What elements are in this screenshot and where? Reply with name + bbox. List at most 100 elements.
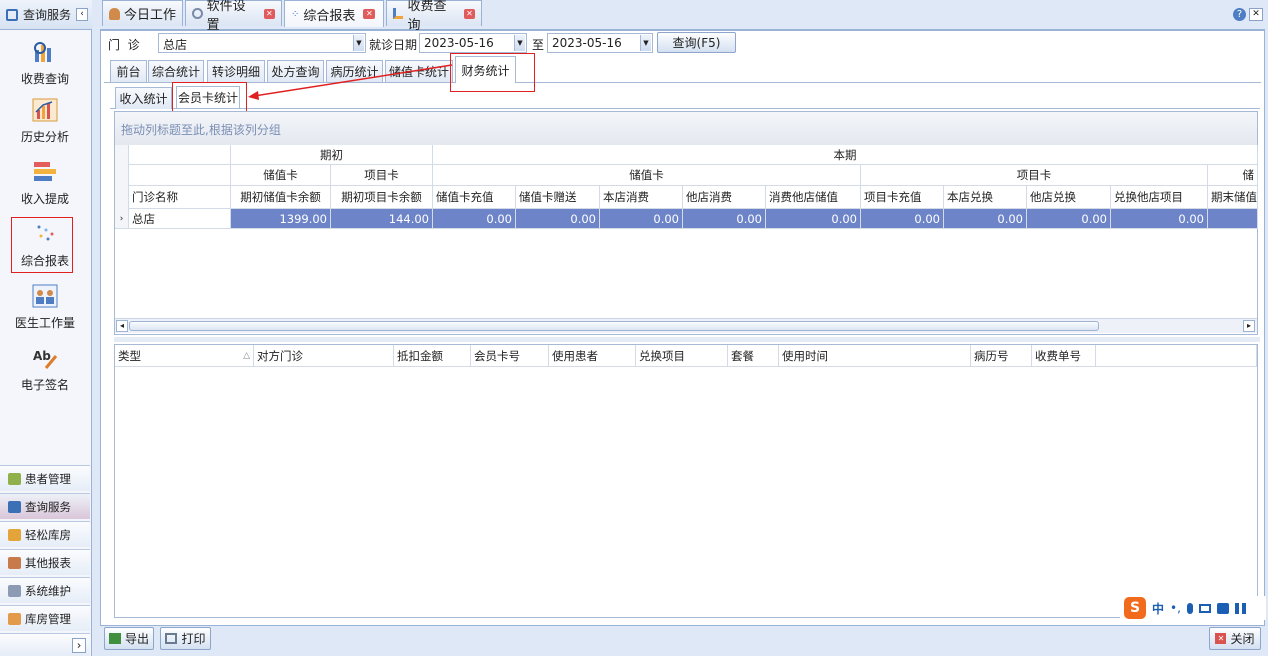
column-header-deduction-amount[interactable]: 抵扣金额 [394, 345, 471, 367]
column-header-exchange-item[interactable]: 兑换项目 [636, 345, 728, 367]
tab-fee-query[interactable]: 收费查询 ✕ [386, 0, 482, 33]
annotation-highlight-box [172, 82, 247, 114]
column-header-exchange-other-project[interactable]: 兑换他店项目 [1111, 186, 1208, 209]
table-cell[interactable]: 144.00 [331, 209, 433, 229]
row-selector-arrow-icon[interactable]: › [115, 209, 129, 229]
band-current-period: 本期 [433, 145, 1258, 165]
print-button[interactable]: 打印 [160, 627, 211, 650]
panel-splitter[interactable] [114, 337, 1260, 342]
nav-item-label: 收入提成 [20, 192, 69, 206]
table-cell[interactable]: 0.00 [944, 209, 1027, 229]
subsubtab-baseline [110, 108, 1260, 109]
table-cell[interactable]: 0.00 [600, 209, 683, 229]
date-from-picker[interactable]: 2023-05-16 ▼ [419, 33, 527, 53]
query-button[interactable]: 查询(F5) [657, 32, 736, 53]
table-cell[interactable]: 0.00 [433, 209, 516, 229]
help-icon[interactable]: ? [1233, 8, 1246, 21]
bottom-nav-patient-management[interactable]: 患者管理 [0, 465, 90, 491]
column-header-counterpart-clinic[interactable]: 对方门诊 [254, 345, 394, 367]
column-header-other-store-exchange[interactable]: 他店兑换 [1027, 186, 1111, 209]
table-cell[interactable]: 0.00 [1111, 209, 1208, 229]
table-cell[interactable]: 0.00 [516, 209, 600, 229]
subtab-comprehensive-stats[interactable]: 综合统计 [148, 60, 204, 82]
nav-item-e-signature[interactable]: Ab 电子签名 [0, 346, 90, 393]
clinic-select[interactable]: 总店 ▼ [158, 33, 366, 53]
nav-item-history-analysis[interactable]: 历史分析 [0, 98, 90, 145]
close-button[interactable]: ✕ 关闭 [1209, 627, 1261, 650]
grid-menu-icon[interactable] [1234, 602, 1246, 614]
table-cell[interactable]: 1399.00 [231, 209, 331, 229]
microphone-icon[interactable] [1186, 602, 1193, 614]
bottom-nav-store-management[interactable]: 库房管理 [0, 605, 90, 631]
annotation-highlight-box [11, 217, 73, 273]
chart-search-icon [32, 40, 58, 64]
nav-item-label: 历史分析 [20, 130, 69, 144]
bottom-nav-other-reports[interactable]: 其他报表 [0, 549, 90, 575]
tab-comprehensive-report[interactable]: ⁘ 综合报表 ✕ [284, 0, 384, 27]
tab-today-work[interactable]: 今日工作 [102, 0, 183, 26]
band-blank [115, 165, 231, 186]
column-header-local-exchange[interactable]: 本店兑换 [944, 186, 1027, 209]
table-cell[interactable] [1208, 209, 1258, 229]
table-cell-clinic-name[interactable]: 总店 [129, 209, 231, 229]
to-label: 至 [532, 38, 545, 52]
column-header-opening-stored-balance[interactable]: 期初储值卡余额 [231, 186, 331, 209]
scroll-left-icon[interactable]: ◂ [116, 320, 128, 332]
column-header-stored-gift[interactable]: 储值卡赠送 [516, 186, 600, 209]
sogou-logo-icon: S [1124, 597, 1146, 619]
bottom-nav-query-service[interactable]: 查询服务 [0, 493, 90, 519]
export-button[interactable]: 导出 [104, 627, 154, 650]
ime-chinese-mode[interactable]: 中 [1152, 600, 1164, 617]
close-all-icon[interactable]: ✕ [1249, 8, 1263, 21]
column-header-closing-stored[interactable]: 期末储值 [1208, 186, 1258, 209]
scroll-right-icon[interactable]: ▸ [1243, 320, 1255, 332]
horizontal-scrollbar[interactable]: ◂ ▸ [115, 318, 1257, 333]
table-cell[interactable]: 0.00 [683, 209, 766, 229]
column-header-receipt-number[interactable]: 收费单号 [1032, 345, 1096, 367]
table-cell[interactable]: 0.00 [766, 209, 861, 229]
band-closing-partial: 储 [1208, 165, 1258, 186]
clinic-label: 门 诊 [108, 38, 140, 52]
close-icon: ✕ [1215, 633, 1227, 644]
column-header-record-number[interactable]: 病历号 [971, 345, 1032, 367]
table-cell[interactable]: 0.00 [861, 209, 944, 229]
column-header-local-consumption[interactable]: 本店消费 [600, 186, 683, 209]
subtab-front-desk[interactable]: 前台 [110, 60, 147, 82]
tab-software-settings[interactable]: 软件设置 ✕ [185, 0, 282, 33]
bottom-nav-system-maintenance[interactable]: 系统维护 [0, 577, 90, 603]
column-header-opening-project-balance[interactable]: 期初项目卡余额 [331, 186, 433, 209]
date-to-picker[interactable]: 2023-05-16 ▼ [547, 33, 653, 53]
nav-item-doctor-workload[interactable]: 医生工作量 [0, 284, 90, 331]
column-header-package[interactable]: 套餐 [728, 345, 779, 367]
column-header-project-recharge[interactable]: 项目卡充值 [861, 186, 944, 209]
column-header-member-card-number[interactable]: 会员卡号 [471, 345, 549, 367]
chevron-down-icon: ▼ [640, 35, 651, 51]
bottom-nav-more[interactable]: › [0, 633, 90, 656]
column-header-use-time[interactable]: 使用时间 [779, 345, 971, 367]
bottom-nav-easy-warehouse[interactable]: 轻松库房 [0, 521, 90, 547]
scroll-thumb[interactable] [129, 321, 1099, 331]
skin-icon[interactable] [1216, 602, 1229, 614]
nav-item-income-commission[interactable]: 收入提成 [0, 160, 90, 207]
collapse-panel-button[interactable]: ‹ [76, 8, 88, 21]
nav-item-fee-query[interactable]: 收费查询 [0, 40, 90, 87]
band-opening: 期初 [231, 145, 433, 165]
column-header-type[interactable]: 类型 △ [115, 345, 254, 367]
nav-item-label: 收费查询 [20, 72, 69, 86]
keyboard-icon[interactable] [1198, 603, 1211, 613]
column-header-other-store-consumption[interactable]: 他店消费 [683, 186, 766, 209]
visit-date-label: 就诊日期 [369, 38, 418, 52]
column-header-patient[interactable]: 使用患者 [549, 345, 636, 367]
dots-report-icon: ⁘ [291, 8, 300, 20]
close-icon[interactable]: ✕ [363, 9, 376, 19]
warehouse-icon [8, 528, 21, 541]
punctuation-icon[interactable]: •, [1170, 601, 1181, 615]
column-header-consume-other-stored[interactable]: 消费他店储值 [766, 186, 861, 209]
subtab-income-stats[interactable]: 收入统计 [115, 87, 172, 109]
table-cell[interactable]: 0.00 [1027, 209, 1111, 229]
close-icon[interactable]: ✕ [463, 8, 475, 19]
close-icon[interactable]: ✕ [263, 8, 276, 19]
column-header-clinic-name[interactable]: 门诊名称 [129, 186, 231, 209]
column-header-stored-recharge[interactable]: 储值卡充值 [433, 186, 516, 209]
left-panel-title: 查询服务 [23, 8, 72, 22]
